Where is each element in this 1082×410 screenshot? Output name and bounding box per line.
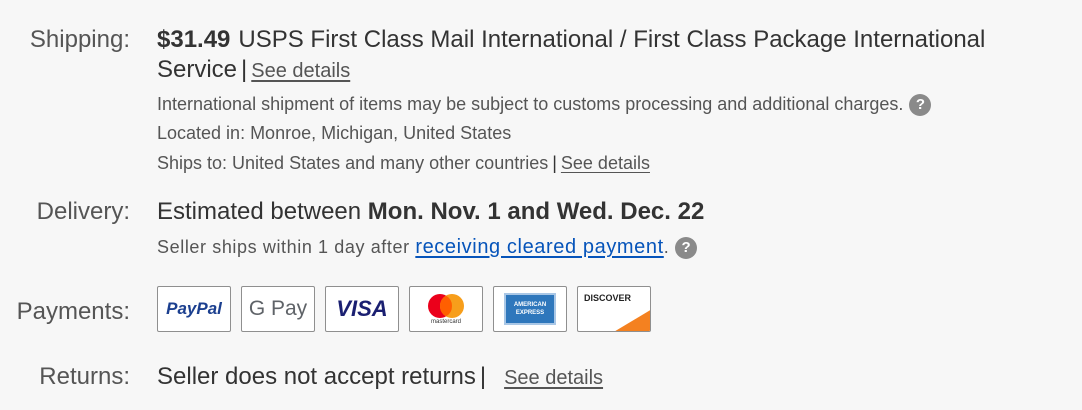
customs-note: International shipment of items may be s… [157, 89, 932, 119]
item-location: Located in: Monroe, Michigan, United Sta… [157, 123, 512, 143]
gpay-text: G Pay [248, 297, 308, 320]
delivery-estimate: Estimated between Mon. Nov. 1 and Wed. D… [157, 197, 704, 227]
returns-label: Returns: [39, 363, 130, 390]
amex-text: AMERICAN EXPRESS [513, 302, 547, 316]
paypal-text: PayPal [166, 299, 222, 318]
handling-suffix: . [663, 237, 670, 257]
shipping-method-line2: Service [157, 56, 238, 83]
shipping-see-details-link[interactable]: See details [251, 60, 350, 82]
shipping-price: $31.49 [157, 26, 231, 53]
separator: | [479, 363, 487, 390]
separator: | [241, 56, 248, 83]
payment-methods: PayPal G Pay VISA mastercard AMERICAN EX… [157, 286, 651, 332]
google-pay-logo: G Pay [241, 286, 315, 332]
delivery-range: Mon. Nov. 1 and Wed. Dec. 22 [367, 198, 705, 225]
shipping-info: $31.49 USPS First Class Mail Internationa… [157, 25, 1077, 55]
visa-logo: VISA [325, 286, 399, 332]
help-icon[interactable]: ? [909, 94, 932, 117]
ships-to-text: Ships to: United States and many other c… [157, 153, 549, 173]
discover-logo: DISCOVER [577, 286, 651, 332]
separator: | [552, 153, 557, 173]
shipping-method: USPS First Class Mail International / Fi… [238, 26, 986, 53]
ships-to: Ships to: United States and many other c… [157, 148, 650, 178]
shipping-method-cont: Service | See details [157, 55, 350, 86]
amex-logo: AMERICAN EXPRESS [493, 286, 567, 332]
returns-text: Seller does not accept returns [157, 363, 476, 390]
handling-time: Seller ships within 1 day after receivin… [157, 232, 698, 262]
delivery-label: Delivery: [36, 198, 130, 225]
returns-info: Seller does not accept returns | See detai… [157, 362, 603, 393]
mastercard-logo: mastercard [409, 286, 483, 332]
customs-note-text: International shipment of items may be s… [157, 94, 904, 114]
amex-box: AMERICAN EXPRESS [504, 293, 556, 325]
handling-prefix: Seller ships within 1 day after [157, 237, 416, 257]
help-icon[interactable]: ? [675, 237, 698, 260]
mastercard-circles-icon [428, 294, 464, 318]
delivery-prefix: Estimated between [157, 198, 368, 225]
mastercard-text: mastercard [430, 319, 461, 325]
cleared-payment-link[interactable]: receiving cleared payment [415, 236, 663, 258]
ships-to-see-details-link[interactable]: See details [561, 153, 650, 173]
paypal-logo: PayPal [157, 286, 231, 332]
discover-stripe-icon [615, 310, 650, 331]
payments-label: Payments: [16, 298, 130, 325]
visa-text: VISA [336, 296, 388, 321]
returns-see-details-link[interactable]: See details [504, 367, 603, 389]
shipping-label: Shipping: [29, 26, 130, 53]
